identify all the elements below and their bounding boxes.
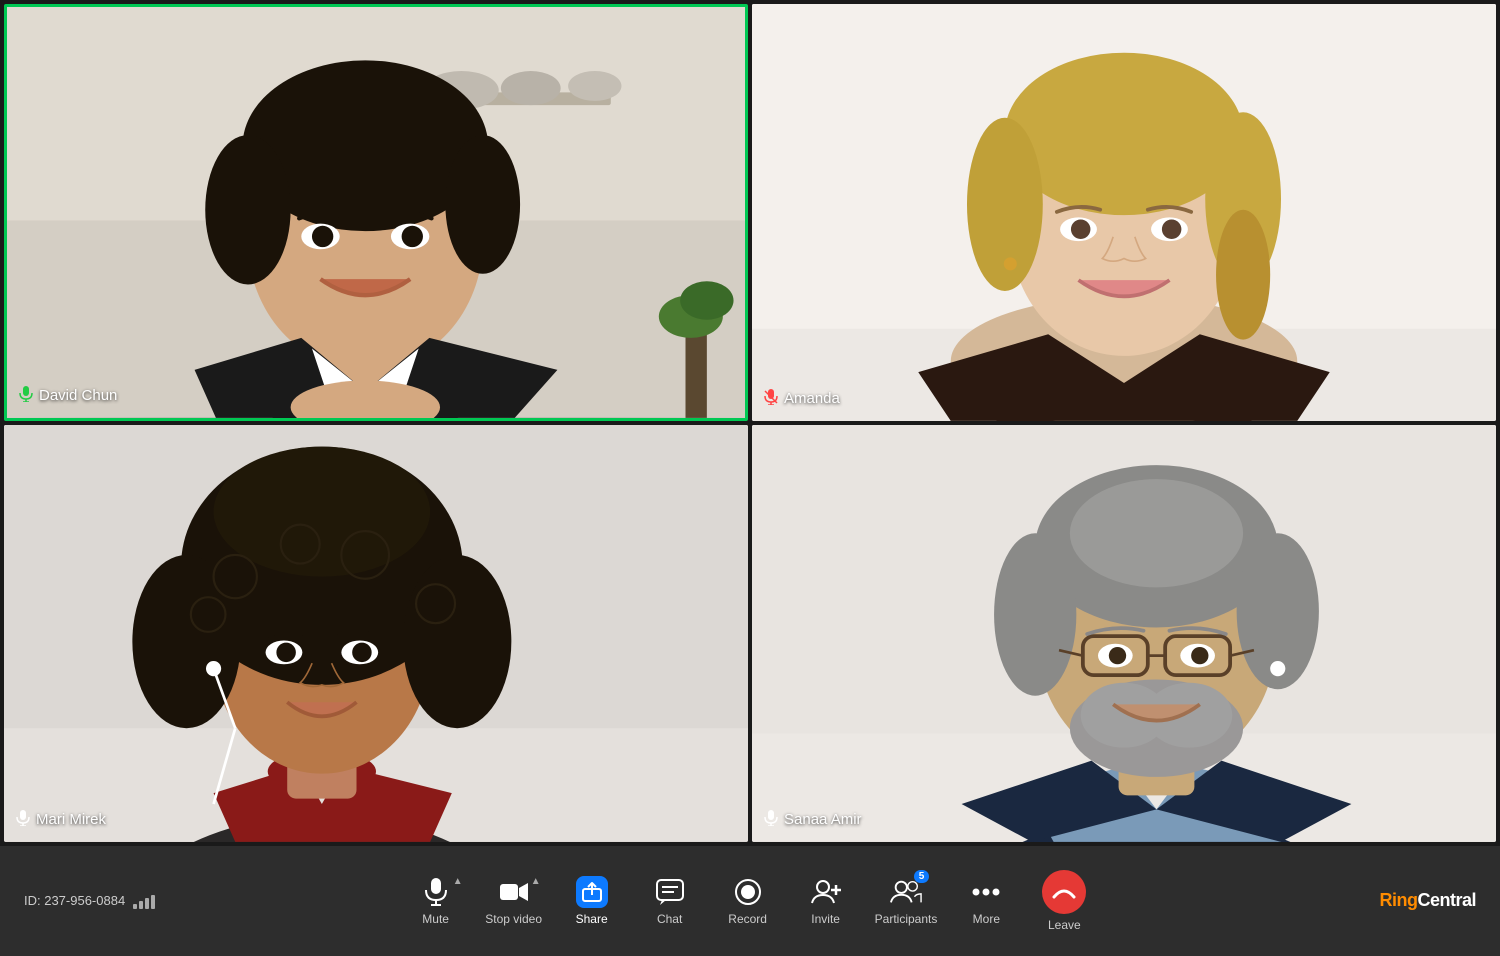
more-icon xyxy=(970,876,1002,908)
brand-ring: Ring xyxy=(1379,890,1417,910)
leave-button[interactable]: Leave xyxy=(1029,862,1099,940)
record-icon xyxy=(732,876,764,908)
invite-label: Invite xyxy=(811,912,840,926)
participant-video-mari xyxy=(4,425,748,842)
stop-video-chevron: ▲ xyxy=(531,876,541,887)
leave-label: Leave xyxy=(1048,918,1081,932)
participant-video-david-chun xyxy=(7,7,745,418)
signal-bar-1 xyxy=(133,904,137,909)
share-button[interactable]: Share xyxy=(557,868,627,934)
more-button[interactable]: More xyxy=(951,868,1021,934)
participants-badge: 5 xyxy=(914,870,930,883)
video-tile-david-chun: David Chun xyxy=(4,4,748,421)
participants-label: Participants xyxy=(875,912,938,926)
stop-video-button[interactable]: ▲ Stop video xyxy=(479,868,549,934)
invite-icon xyxy=(810,876,842,908)
david-chun-name-label: David Chun xyxy=(39,387,117,404)
share-label: Share xyxy=(576,912,608,926)
record-button[interactable]: Record xyxy=(713,868,783,934)
brand-central: Central xyxy=(1417,890,1476,910)
record-label: Record xyxy=(728,912,767,926)
chat-icon xyxy=(654,876,686,908)
participant-name-sanaa-amir: Sanaa Amir xyxy=(764,810,862,830)
mute-label: Mute xyxy=(422,912,449,926)
mute-icon xyxy=(420,876,452,908)
signal-bar-2 xyxy=(139,901,143,909)
mute-chevron: ▲ xyxy=(453,876,463,887)
participant-video-amanda xyxy=(752,4,1496,421)
video-tile-amanda: Amanda xyxy=(752,4,1496,421)
mic-icon-david xyxy=(19,386,33,406)
participant-name-mari-mirek: Mari Mirek xyxy=(16,810,106,830)
signal-bar-4 xyxy=(151,895,155,909)
brand-logo: RingCentral xyxy=(1379,890,1476,911)
stop-video-icon xyxy=(498,876,530,908)
stop-video-label: Stop video xyxy=(485,912,542,926)
signal-strength xyxy=(133,893,155,909)
more-label: More xyxy=(973,912,1000,926)
mari-face-svg xyxy=(4,425,748,842)
toolbar: ID: 237-956-0884 ▲ Mute ▲ xyxy=(0,846,1500,956)
mari-mirek-name-label: Mari Mirek xyxy=(36,811,106,828)
mic-icon-mari xyxy=(16,810,30,830)
mic-icon-amanda xyxy=(764,389,778,409)
sanaa-amir-name-label: Sanaa Amir xyxy=(784,811,862,828)
participant-video-sanaa xyxy=(752,425,1496,842)
invite-button[interactable]: Invite xyxy=(791,868,861,934)
david-face-svg xyxy=(7,7,745,418)
toolbar-center: ▲ Mute ▲ Stop video xyxy=(401,862,1100,940)
toolbar-left: ID: 237-956-0884 xyxy=(24,893,184,909)
video-tile-mari-mirek: Mari Mirek xyxy=(4,425,748,842)
leave-icon xyxy=(1042,870,1086,914)
toolbar-right: RingCentral xyxy=(1316,890,1476,911)
video-grid: David Chun xyxy=(0,0,1500,846)
share-icon xyxy=(576,876,608,908)
amanda-face-svg xyxy=(752,4,1496,421)
mic-icon-sanaa xyxy=(764,810,778,830)
chat-label: Chat xyxy=(657,912,682,926)
video-tile-sanaa-amir: Sanaa Amir xyxy=(752,425,1496,842)
signal-bar-3 xyxy=(145,898,149,909)
participant-name-david-chun: David Chun xyxy=(19,386,117,406)
participant-name-amanda: Amanda xyxy=(764,389,840,409)
meeting-id-label: ID: 237-956-0884 xyxy=(24,893,125,908)
mute-button[interactable]: ▲ Mute xyxy=(401,868,471,934)
amanda-name-label: Amanda xyxy=(784,390,840,407)
sanaa-face-svg xyxy=(752,425,1496,842)
chat-button[interactable]: Chat xyxy=(635,868,705,934)
participants-button[interactable]: 5 Participants xyxy=(869,868,944,934)
